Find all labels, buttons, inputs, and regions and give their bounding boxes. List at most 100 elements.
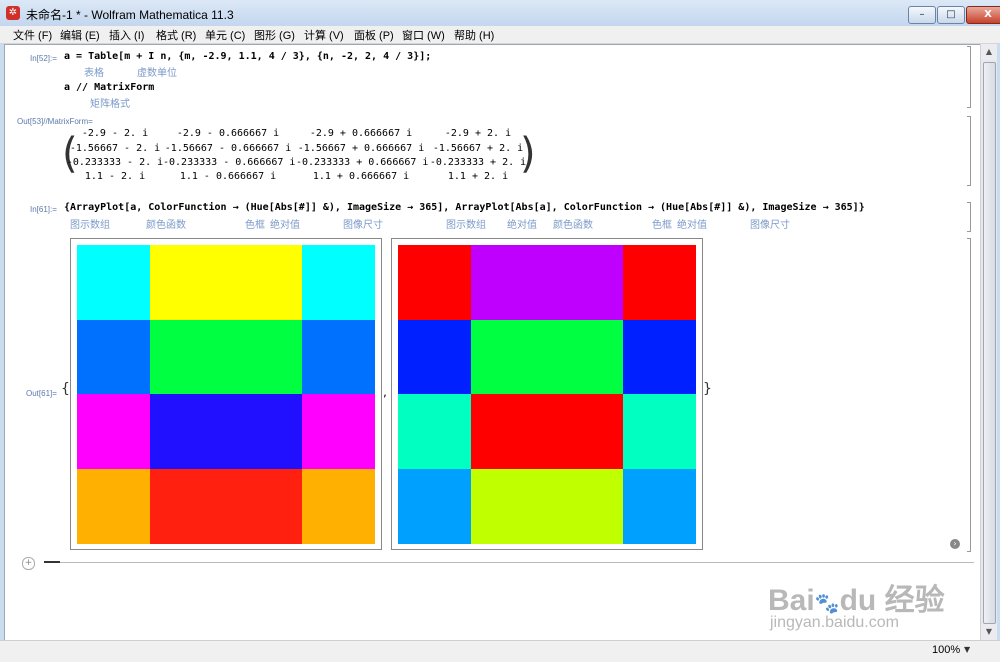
plot-cell bbox=[150, 245, 227, 320]
matrix-cell: -1.56667 + 2. i bbox=[432, 143, 524, 154]
add-cell-button[interactable]: + bbox=[22, 557, 35, 570]
cell-bracket-53[interactable] bbox=[967, 116, 971, 186]
menu-edit[interactable]: 编辑 (E) bbox=[60, 27, 100, 43]
arrayplot-right bbox=[398, 245, 697, 544]
hint-hue: 色框 bbox=[245, 220, 265, 231]
hint-abs-3: 绝对值 bbox=[677, 220, 707, 231]
plot-cell bbox=[301, 394, 376, 469]
cell-bracket-61-output[interactable] bbox=[967, 238, 971, 552]
plot-cell bbox=[150, 468, 227, 544]
close-button[interactable]: X bbox=[966, 6, 1000, 24]
plot-cell bbox=[471, 319, 548, 395]
plot-cell bbox=[398, 245, 472, 320]
matrix-cell: -2.9 + 2. i bbox=[444, 128, 512, 139]
plot-cell bbox=[77, 245, 151, 320]
plot-cell bbox=[150, 319, 227, 395]
plot-cell bbox=[226, 319, 303, 395]
plot-cell bbox=[547, 245, 624, 320]
cell-bracket-52[interactable] bbox=[967, 46, 971, 108]
hint-imagesize-2: 图像尺寸 bbox=[750, 220, 790, 231]
arrayplot-left bbox=[77, 245, 376, 544]
cell-insertion-line[interactable] bbox=[44, 562, 974, 563]
menu-graphics[interactable]: 图形 (G) bbox=[254, 27, 295, 43]
input-code-61[interactable]: {ArrayPlot[a, ColorFunction → (Hue[Abs[#… bbox=[64, 202, 865, 213]
scroll-up-arrow-icon[interactable]: ▲ bbox=[981, 44, 997, 60]
plot-cell bbox=[547, 319, 624, 395]
menu-bar: 文件 (F) 编辑 (E) 插入 (I) 格式 (R) 单元 (C) 图形 (G… bbox=[0, 26, 1000, 44]
vertical-scrollbar[interactable]: ▲ ▼ bbox=[980, 44, 997, 640]
matrix-cell: -0.233333 + 0.666667 i bbox=[296, 157, 429, 168]
minimize-button[interactable]: – bbox=[908, 6, 936, 24]
plot-cell bbox=[301, 468, 376, 544]
plot-cell bbox=[547, 468, 624, 544]
plot-cell bbox=[226, 245, 303, 320]
plot-cell bbox=[77, 394, 151, 469]
plot-cell bbox=[398, 319, 472, 395]
hint-colorfunction: 颜色函数 bbox=[146, 220, 186, 231]
plot-cell bbox=[77, 319, 151, 395]
list-left-brace: { bbox=[61, 381, 70, 397]
matrix-cell: 1.1 - 2. i bbox=[84, 171, 146, 182]
plot-cell bbox=[622, 468, 697, 544]
menu-evaluation[interactable]: 计算 (V) bbox=[304, 27, 344, 43]
hint-abs: 绝对值 bbox=[270, 220, 300, 231]
arrayplot-right-frame[interactable] bbox=[391, 238, 703, 550]
plot-cell bbox=[398, 394, 472, 469]
hint-colorfunction-2: 颜色函数 bbox=[553, 220, 593, 231]
hint-arrayplot: 图示数组 bbox=[70, 220, 110, 231]
output-label-53: Out[53]//MatrixForm= bbox=[17, 117, 93, 126]
scroll-down-arrow-icon[interactable]: ▼ bbox=[981, 624, 997, 640]
matrix-cell: -2.9 - 0.666667 i bbox=[176, 128, 280, 139]
plot-cell bbox=[398, 468, 472, 544]
zoom-dropdown-icon[interactable]: ▼ bbox=[964, 645, 970, 654]
plot-cell bbox=[471, 394, 548, 469]
arrayplot-left-frame[interactable] bbox=[70, 238, 382, 550]
hint-matrix-form: 矩阵格式 bbox=[90, 99, 130, 110]
matrix-cell: -0.233333 + 2. i bbox=[429, 157, 527, 168]
input-code-52[interactable]: a = Table[m + I n, {m, -2.9, 1.1, 4 / 3}… bbox=[64, 51, 431, 62]
matrix-cell: -1.56667 - 2. i bbox=[69, 143, 161, 154]
plot-cell bbox=[547, 394, 624, 469]
hint-arrayplot-2: 图示数组 bbox=[446, 220, 486, 231]
hint-hue-2: 色框 bbox=[652, 220, 672, 231]
scrollbar-thumb[interactable] bbox=[983, 62, 996, 624]
matrix-cell: 1.1 - 0.666667 i bbox=[179, 171, 277, 182]
suggestions-bar-icon[interactable]: › bbox=[950, 539, 960, 549]
menu-cell[interactable]: 单元 (C) bbox=[205, 27, 245, 43]
title-bar: ✲ 未命名-1 * - Wolfram Mathematica 11.3 – □… bbox=[0, 0, 1000, 26]
cell-bracket-61-input[interactable] bbox=[967, 202, 971, 232]
plot-cell bbox=[622, 245, 697, 320]
menu-format[interactable]: 格式 (R) bbox=[156, 27, 196, 43]
list-comma: , bbox=[382, 388, 389, 399]
plot-cell bbox=[301, 245, 376, 320]
matrix-cell: -0.233333 - 0.666667 i bbox=[163, 157, 296, 168]
mathematica-logo-icon: ✲ bbox=[6, 6, 20, 20]
zoom-level[interactable]: 100% bbox=[932, 644, 960, 656]
hint-abs-2: 绝对值 bbox=[507, 220, 537, 231]
baidu-watermark-logo: Bai🐾du 经验 bbox=[768, 584, 945, 617]
input-code-52-matrixform[interactable]: a // MatrixForm bbox=[64, 82, 154, 93]
matrix-cell: -1.56667 + 0.666667 i bbox=[297, 143, 425, 154]
plot-cell bbox=[301, 319, 376, 395]
maximize-button[interactable]: □ bbox=[937, 6, 965, 24]
matrix-cell: -1.56667 - 0.666667 i bbox=[164, 143, 292, 154]
window-title: 未命名-1 * - Wolfram Mathematica 11.3 bbox=[26, 8, 234, 22]
menu-window[interactable]: 窗口 (W) bbox=[402, 27, 445, 43]
matrix-cell: 1.1 + 2. i bbox=[447, 171, 509, 182]
menu-help[interactable]: 帮助 (H) bbox=[454, 27, 494, 43]
hint-imagesize: 图像尺寸 bbox=[343, 220, 383, 231]
plot-cell bbox=[226, 468, 303, 544]
hint-table: 表格 bbox=[84, 68, 104, 79]
menu-insert[interactable]: 插入 (I) bbox=[109, 27, 144, 43]
baidu-watermark-url: jingyan.baidu.com bbox=[770, 614, 899, 631]
plot-cell bbox=[622, 319, 697, 395]
mathematica-window: ✲ 未命名-1 * - Wolfram Mathematica 11.3 – □… bbox=[0, 0, 1000, 662]
cell-insertion-cursor bbox=[44, 561, 60, 563]
matrix-cell: -2.9 + 0.666667 i bbox=[309, 128, 413, 139]
input-label-52: In[52]:= bbox=[30, 54, 57, 63]
plot-cell bbox=[471, 245, 548, 320]
plot-cell bbox=[77, 468, 151, 544]
menu-file[interactable]: 文件 (F) bbox=[13, 27, 52, 43]
menu-palettes[interactable]: 面板 (P) bbox=[354, 27, 394, 43]
list-right-brace: } bbox=[703, 381, 712, 397]
